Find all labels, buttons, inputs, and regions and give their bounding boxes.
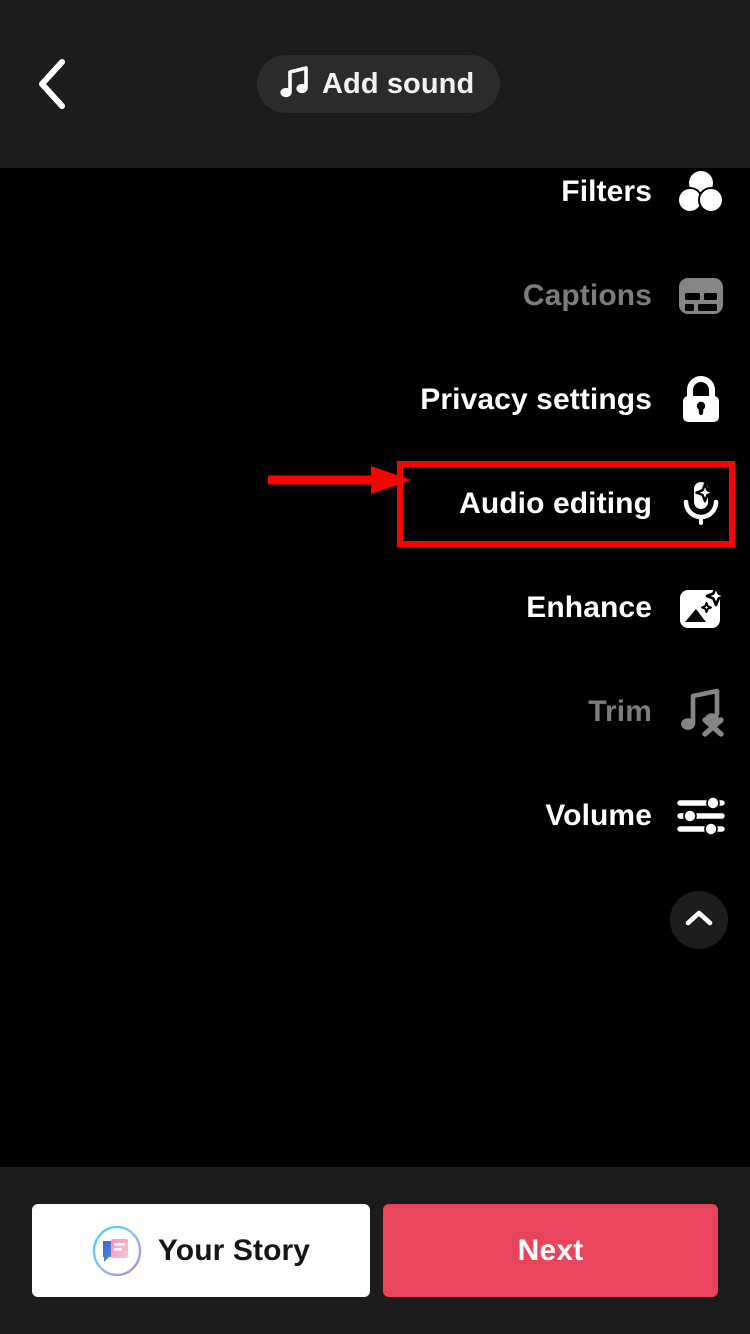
top-header-bar: Add sound	[0, 0, 750, 168]
tool-row-privacy-settings[interactable]: Privacy settings	[350, 348, 750, 452]
tool-row-trim[interactable]: Trim	[350, 660, 750, 764]
tool-label-filters: Filters	[561, 175, 652, 208]
your-story-label: Your Story	[157, 1233, 311, 1267]
collapse-menu-row	[350, 868, 750, 972]
tool-label-captions: Captions	[522, 279, 652, 312]
tool-row-volume[interactable]: Volume	[350, 764, 750, 868]
chevron-up-icon	[685, 909, 713, 932]
tool-row-enhance[interactable]: Enhance	[350, 556, 750, 660]
tool-menu: Effects Filters Captions	[350, 36, 750, 972]
lock-icon	[674, 373, 728, 427]
tool-label-enhance: Enhance	[526, 591, 652, 624]
sliders-icon	[674, 789, 728, 843]
microphone-sparkle-icon	[674, 477, 728, 531]
tool-row-captions[interactable]: Captions	[350, 244, 750, 348]
add-sound-button[interactable]: Add sound	[257, 55, 501, 113]
tool-label-volume: Volume	[545, 799, 652, 832]
captions-icon	[674, 269, 728, 323]
story-avatar-icon	[92, 1225, 142, 1276]
bottom-action-bar: Your Story Next	[0, 1167, 750, 1334]
tool-label-privacy-settings: Privacy settings	[420, 383, 652, 416]
add-sound-label: Add sound	[322, 67, 475, 100]
back-button[interactable]	[22, 54, 82, 114]
chevron-left-icon	[35, 56, 69, 112]
music-note-icon	[279, 65, 309, 104]
music-note-x-icon	[674, 685, 728, 739]
tool-label-trim: Trim	[588, 695, 652, 728]
image-sparkle-icon	[674, 581, 728, 635]
collapse-menu-button[interactable]	[670, 891, 728, 949]
tool-row-audio-editing[interactable]: Audio editing	[350, 452, 750, 556]
next-button[interactable]: Next	[383, 1204, 718, 1297]
tool-label-audio-editing: Audio editing	[459, 487, 652, 520]
next-label: Next	[517, 1233, 584, 1267]
your-story-button[interactable]: Your Story	[32, 1204, 370, 1297]
filters-icon	[674, 165, 728, 219]
